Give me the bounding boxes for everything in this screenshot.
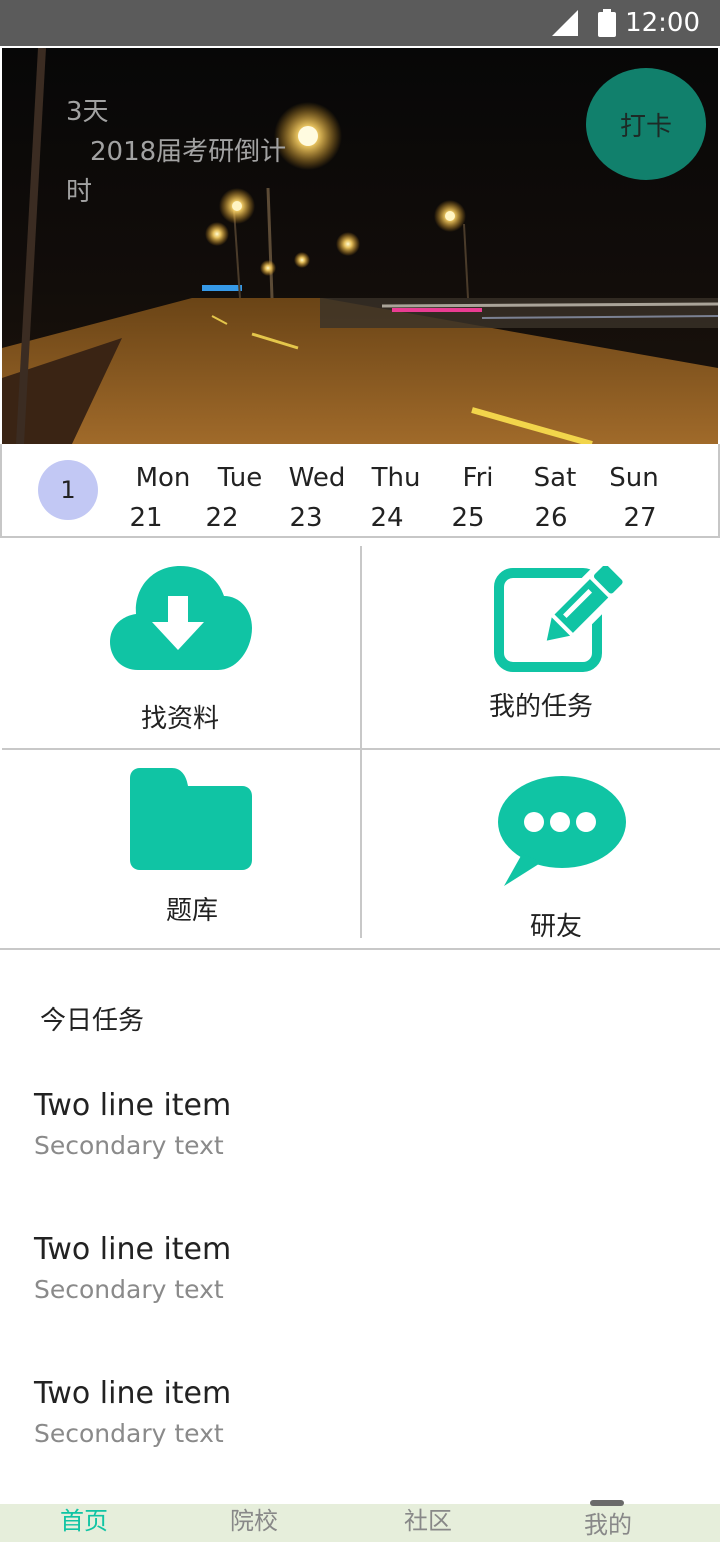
feature-label: 我的任务: [488, 692, 593, 722]
countdown-days: 3天: [66, 97, 109, 127]
countdown-text: 3天 2018届考研倒计 时: [66, 92, 306, 212]
day-name: Fri: [462, 463, 494, 493]
feature-study-buddies[interactable]: 研友: [362, 750, 720, 948]
day-sun[interactable]: Sun 27: [599, 458, 669, 538]
day-date: 23: [289, 503, 323, 533]
checkin-button[interactable]: 打卡: [586, 68, 706, 180]
day-date: 24: [370, 503, 404, 533]
day-wed[interactable]: Wed 23: [282, 458, 352, 538]
day-name: Mon: [135, 463, 191, 493]
feature-find-materials[interactable]: 找资料: [0, 540, 360, 746]
list-item-secondary: Secondary text: [34, 1419, 224, 1448]
status-bar: 12:00: [0, 0, 720, 46]
day-name: Sun: [609, 463, 659, 493]
list-item-secondary: Secondary text: [34, 1275, 224, 1304]
day-fri[interactable]: Fri 25: [443, 458, 513, 538]
list-item[interactable]: Two line item Secondary text: [34, 1374, 684, 1454]
day-date: 27: [623, 503, 657, 533]
countdown-title: 2018届考研倒计: [90, 137, 287, 167]
list-item-primary: Two line item: [34, 1088, 232, 1123]
feature-my-tasks[interactable]: 我的任务: [362, 540, 720, 746]
cloud-download-icon: [110, 566, 252, 670]
day-date: 25: [451, 503, 485, 533]
day-name: Tue: [217, 463, 263, 493]
edit-icon: [494, 566, 623, 672]
week-number-badge[interactable]: 1: [38, 460, 98, 520]
nav-item-mine[interactable]: 我的: [548, 1508, 668, 1542]
grid-bottom-divider: [0, 948, 720, 950]
nav-item-schools[interactable]: 院校: [194, 1504, 314, 1538]
list-item[interactable]: Two line item Secondary text: [34, 1086, 684, 1166]
day-sat[interactable]: Sat 26: [520, 458, 590, 538]
bottom-navigation: 首页 院校 社区 我的: [0, 1504, 720, 1542]
list-item[interactable]: Two line item Secondary text: [34, 1230, 684, 1310]
feature-label: 研友: [529, 912, 582, 942]
tasks-section-title: 今日任务: [40, 1006, 145, 1036]
battery-icon: [598, 9, 616, 37]
week-strip: 1 Mon 21 Tue 22 Wed 23 Thu 24 Fri 25 Sat…: [0, 444, 720, 538]
countdown-suffix: 时: [66, 177, 93, 207]
list-item-secondary: Secondary text: [34, 1131, 224, 1160]
status-time: 12:00: [625, 8, 700, 38]
nav-item-community[interactable]: 社区: [368, 1504, 488, 1538]
feature-question-bank[interactable]: 题库: [0, 750, 360, 948]
chat-bubble-icon: [498, 776, 626, 886]
nav-item-home[interactable]: 首页: [24, 1504, 144, 1538]
feature-label: 找资料: [140, 704, 219, 734]
feature-label: 题库: [165, 896, 218, 926]
day-name: Sat: [533, 463, 577, 493]
folder-icon: [130, 768, 252, 870]
hero-banner: 3天 2018届考研倒计 时 打卡: [2, 48, 718, 444]
list-item-primary: Two line item: [34, 1232, 232, 1267]
signal-icon: [552, 10, 578, 36]
day-name: Wed: [288, 463, 346, 493]
day-thu[interactable]: Thu 24: [361, 458, 431, 538]
day-name: Thu: [371, 463, 421, 493]
day-date: 26: [534, 503, 568, 533]
nav-indicator: [590, 1500, 624, 1506]
list-item-primary: Two line item: [34, 1376, 232, 1411]
